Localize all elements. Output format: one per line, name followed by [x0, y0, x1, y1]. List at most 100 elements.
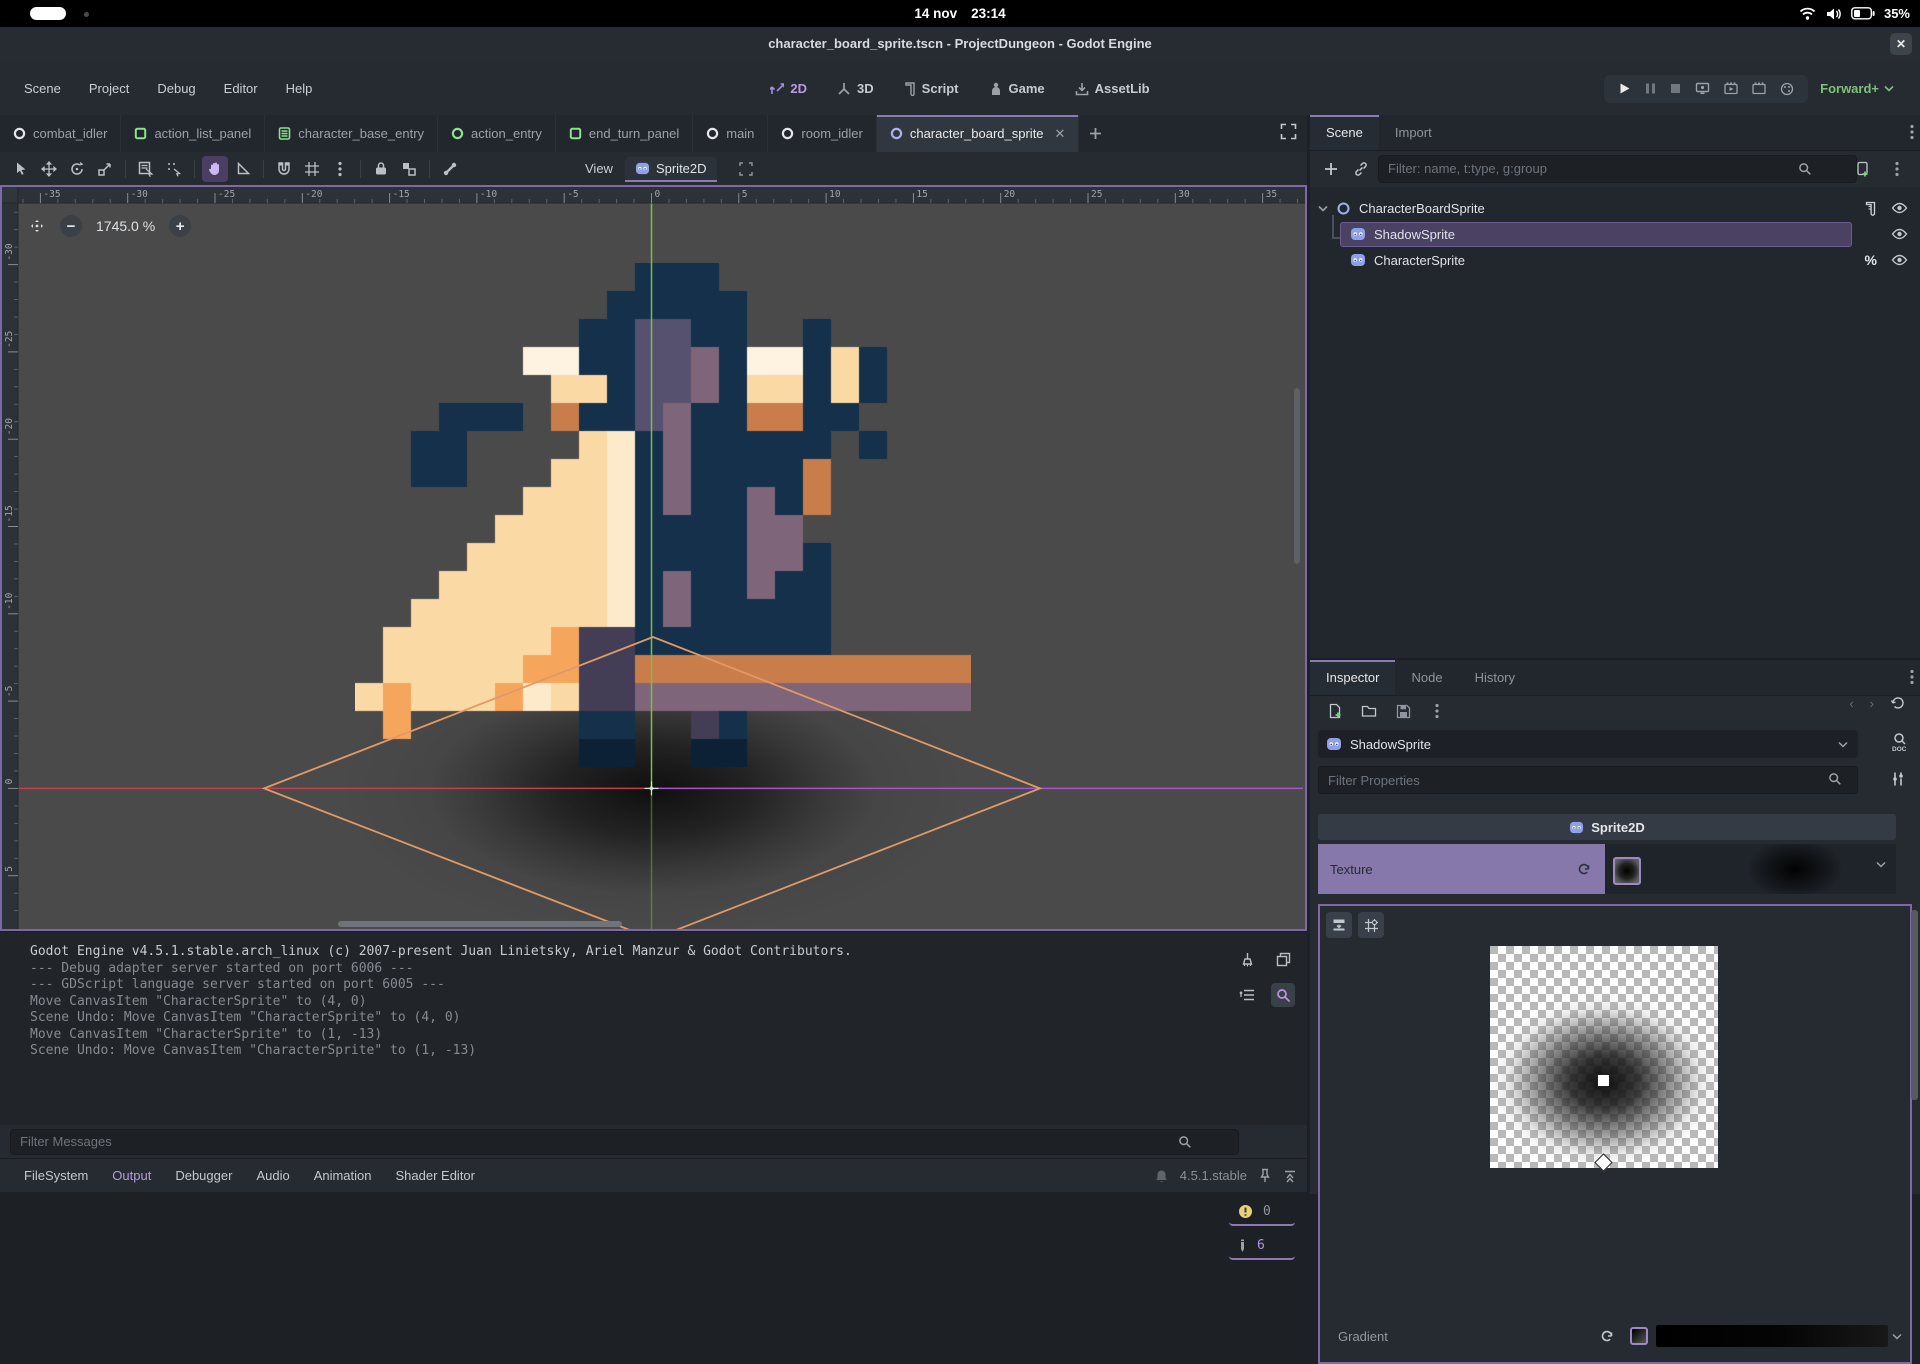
renderer-selector[interactable]: Forward+ — [1820, 81, 1894, 96]
scene-tab-character_board_sprite[interactable]: character_board_sprite✕ — [877, 115, 1080, 152]
context-2d[interactable]: 2D — [760, 75, 817, 102]
center-view-icon[interactable] — [28, 217, 46, 235]
select-tool-icon[interactable] — [8, 156, 34, 182]
close-tab-icon[interactable]: ✕ — [1055, 126, 1066, 142]
percent-icon[interactable]: % — [1865, 252, 1877, 268]
eye-icon[interactable] — [1891, 228, 1908, 240]
view-menu-button[interactable]: View — [575, 157, 623, 180]
zoom-out-button[interactable]: − — [60, 215, 82, 237]
copy-output-button[interactable] — [1271, 947, 1295, 971]
notification-bell-icon[interactable] — [1155, 1169, 1168, 1183]
remote-debug-button[interactable] — [1695, 82, 1710, 95]
gradient-texture-preview[interactable] — [1490, 946, 1718, 1168]
play-button[interactable] — [1618, 82, 1631, 95]
scene-tab-action_entry[interactable]: action_entry — [438, 115, 556, 152]
object-history-icon[interactable] — [1890, 695, 1906, 711]
move-tool-icon[interactable] — [36, 156, 62, 182]
scene-tree-menu-icon[interactable] — [1884, 156, 1910, 182]
pin-bottom-panel-icon[interactable] — [1259, 1168, 1271, 1183]
gradient-edge-handle[interactable] — [1594, 1153, 1612, 1171]
expand-arrow-icon[interactable] — [1318, 205, 1328, 212]
paint-override-button[interactable] — [1780, 82, 1794, 96]
inspector-menu-icon[interactable] — [1424, 698, 1450, 724]
clapper-button[interactable] — [1752, 82, 1766, 95]
snap-grid-button[interactable] — [1358, 912, 1384, 938]
dock-menu-icon[interactable] — [1910, 124, 1914, 140]
gradient-thumbnail[interactable] — [1630, 1327, 1648, 1345]
movie-writer-button[interactable] — [1724, 82, 1738, 95]
menu-scene[interactable]: Scene — [14, 75, 71, 102]
scene-filter-input[interactable] — [1378, 155, 1857, 183]
scene-tree-row-CharacterSprite[interactable]: CharacterSprite% — [1310, 247, 1920, 273]
bottom-panel-debugger[interactable]: Debugger — [165, 1163, 242, 1188]
scene-tab-main[interactable]: main — [693, 115, 768, 152]
distraction-free-icon[interactable] — [1280, 123, 1297, 140]
dock-menu-icon[interactable] — [1910, 669, 1914, 685]
tab-inspector[interactable]: Inspector — [1310, 660, 1395, 695]
script-icon[interactable] — [1864, 201, 1877, 216]
filter-properties-input[interactable] — [1318, 766, 1858, 794]
stop-button[interactable] — [1670, 82, 1681, 95]
search-output-button[interactable] — [1271, 983, 1295, 1007]
2d-viewport[interactable]: -35-30-25-20-15-10-505101520253035-30-25… — [0, 185, 1307, 931]
scene-tab-end_turn_panel[interactable]: end_turn_panel — [556, 115, 693, 152]
bottom-panel-filesystem[interactable]: FileSystem — [14, 1163, 98, 1188]
filter-messages-input[interactable] — [10, 1129, 1239, 1155]
new-resource-icon[interactable] — [1322, 698, 1348, 724]
snap-grid-icon[interactable] — [299, 156, 325, 182]
texture-thumbnail[interactable] — [1613, 857, 1641, 885]
tab-import[interactable]: Import — [1379, 115, 1448, 150]
collapse-messages-button[interactable] — [1235, 983, 1259, 1007]
snap-menu-icon[interactable] — [327, 156, 353, 182]
menu-debug[interactable]: Debug — [147, 75, 205, 102]
menu-project[interactable]: Project — [79, 75, 139, 102]
eye-icon[interactable] — [1891, 254, 1908, 266]
fill-mode-button[interactable] — [1326, 912, 1352, 938]
attach-script-button[interactable] — [1850, 156, 1876, 182]
history-forward-icon[interactable]: › — [1870, 696, 1874, 711]
window-close-button[interactable]: ✕ — [1890, 33, 1912, 55]
expand-viewport-icon[interactable] — [733, 156, 759, 182]
rotate-tool-icon[interactable] — [64, 156, 90, 182]
load-resource-icon[interactable] — [1356, 698, 1382, 724]
revert-icon[interactable] — [1577, 862, 1591, 876]
group-icon[interactable] — [396, 156, 422, 182]
bone-icon[interactable] — [437, 156, 463, 182]
context-assetlib[interactable]: AssetLib — [1065, 75, 1160, 102]
ruler-tool-icon[interactable] — [230, 156, 256, 182]
tab-history[interactable]: History — [1459, 660, 1531, 695]
inspector-category[interactable]: Sprite2D — [1318, 814, 1896, 840]
save-icon[interactable] — [1390, 698, 1416, 724]
texture-value-cell[interactable] — [1605, 844, 1896, 894]
eye-icon[interactable] — [1891, 202, 1908, 214]
inspector-scrollbar[interactable] — [1911, 910, 1918, 1100]
expand-bottom-panel-icon[interactable] — [1283, 1169, 1297, 1183]
open-docs-icon[interactable]: DOC — [1890, 732, 1908, 752]
scene-tab-action_list_panel[interactable]: action_list_panel — [121, 115, 265, 152]
property-tools-icon[interactable] — [1890, 771, 1906, 787]
scene-tab-character_base_entry[interactable]: character_base_entry — [265, 115, 438, 152]
gradient-center-handle[interactable] — [1597, 1074, 1610, 1087]
gradient-strip[interactable] — [1656, 1325, 1888, 1347]
pause-button[interactable] — [1645, 82, 1656, 95]
pan-tool-icon[interactable] — [202, 156, 228, 182]
scene-tree-row-CharacterBoardSprite[interactable]: CharacterBoardSprite — [1310, 195, 1920, 221]
scene-tree-row-ShadowSprite[interactable]: ShadowSprite — [1310, 221, 1920, 247]
bottom-panel-audio[interactable]: Audio — [246, 1163, 299, 1188]
scene-tab-room_idler[interactable]: room_idler — [768, 115, 876, 152]
instance-scene-button[interactable] — [1348, 156, 1374, 182]
context-script[interactable]: Script — [894, 75, 969, 102]
menu-help[interactable]: Help — [276, 75, 323, 102]
sprite2d-context-button[interactable]: Sprite2D — [625, 157, 717, 180]
scale-tool-icon[interactable] — [92, 156, 118, 182]
add-node-button[interactable] — [1318, 156, 1344, 182]
new-scene-tab-button[interactable] — [1079, 115, 1112, 152]
tab-scene[interactable]: Scene — [1310, 115, 1379, 150]
gradient-property-row[interactable]: Gradient — [1330, 1318, 1904, 1354]
tab-node[interactable]: Node — [1395, 660, 1458, 695]
bottom-panel-animation[interactable]: Animation — [304, 1163, 382, 1188]
pixel-snap-tool-icon[interactable] — [161, 156, 187, 182]
zoom-in-button[interactable]: + — [169, 215, 191, 237]
context-3d[interactable]: 3D — [827, 75, 884, 102]
bottom-panel-output[interactable]: Output — [102, 1163, 161, 1188]
